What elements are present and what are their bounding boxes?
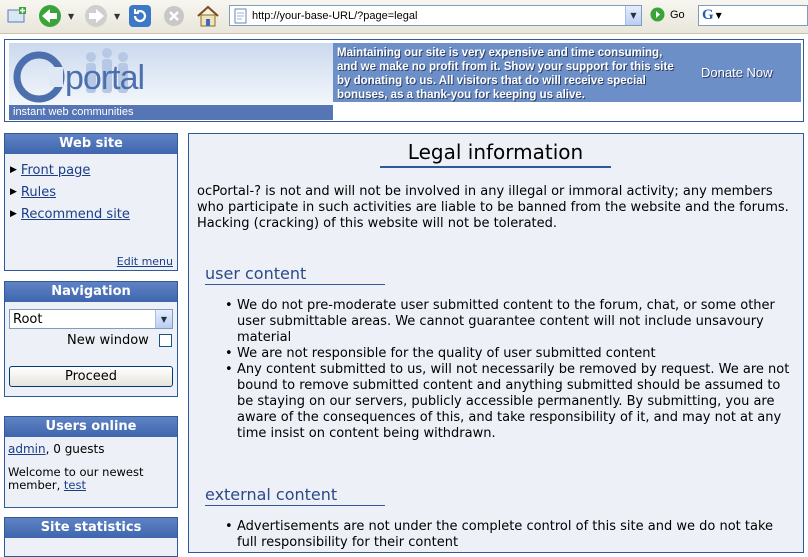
back-dropdown-icon[interactable]: ▼ xyxy=(68,12,74,21)
stop-icon[interactable] xyxy=(160,3,188,29)
section-heading-user-content: user content xyxy=(205,264,385,285)
new-window-label: New window xyxy=(67,333,149,348)
back-icon[interactable] xyxy=(36,3,64,29)
arrow-right-icon: ▶ xyxy=(10,187,17,197)
arrow-right-icon: ▶ xyxy=(10,209,17,219)
go-arrow-icon xyxy=(650,7,665,22)
chevron-down-icon[interactable]: ▼ xyxy=(155,310,172,328)
google-search-box[interactable]: G ▼ xyxy=(698,5,808,26)
site-statistics-title: Site statistics xyxy=(5,518,177,538)
site-logo[interactable]: portal instant web communities xyxy=(9,43,333,120)
front-page-link[interactable]: Front page xyxy=(21,163,90,178)
menu-item-rules[interactable]: ▶ Rules xyxy=(10,181,177,203)
menu-item-front-page[interactable]: ▶ Front page xyxy=(10,159,177,181)
zone-select[interactable]: Root ▼ xyxy=(9,309,173,329)
google-icon: G xyxy=(702,7,714,23)
intro-paragraph: ocPortal-? is not and will not be involv… xyxy=(197,184,789,231)
users-online-box: Users online admin, 0 guests Welcome to … xyxy=(4,416,178,508)
menu-item-recommend-site[interactable]: ▶ Recommend site xyxy=(10,203,177,225)
arrow-right-icon: ▶ xyxy=(10,165,17,175)
forward-dropdown-icon[interactable]: ▼ xyxy=(114,12,120,21)
website-menu-title: Web site xyxy=(5,134,177,154)
list-item: We do not pre-moderate user submitted co… xyxy=(225,298,797,346)
rules-link[interactable]: Rules xyxy=(21,185,56,200)
go-label: Go xyxy=(670,8,685,21)
list-item: We are not responsible for the quality o… xyxy=(225,346,797,362)
navigation-title: Navigation xyxy=(5,282,177,302)
new-tab-icon[interactable] xyxy=(4,3,30,29)
home-icon[interactable] xyxy=(194,3,222,29)
google-dropdown-icon[interactable]: ▼ xyxy=(716,11,722,20)
donate-text: Maintaining our site is very expensive a… xyxy=(337,47,674,101)
website-menu-box: Web site ▶ Front page ▶ Rules ▶ Recommen… xyxy=(4,133,178,271)
logo-text: portal xyxy=(65,59,145,97)
page-icon xyxy=(234,8,247,23)
proceed-button[interactable]: Proceed xyxy=(9,366,173,387)
page-title: Legal information xyxy=(380,140,611,168)
site-statistics-box: Site statistics xyxy=(4,517,178,557)
page: portal instant web communities Maintaini… xyxy=(0,34,808,557)
browser-toolbar: ▼ ▼ http://your-base-URL/?page=legal ▼ G… xyxy=(0,0,808,34)
site-header: portal instant web communities Maintaini… xyxy=(4,39,804,122)
go-button[interactable]: Go xyxy=(650,7,685,22)
new-window-checkbox[interactable] xyxy=(159,334,172,347)
users-online-line: admin, 0 guests xyxy=(8,442,105,456)
section-heading-external-content: external content xyxy=(205,485,385,506)
donate-banner[interactable]: Maintaining our site is very expensive a… xyxy=(333,43,801,102)
donate-button[interactable]: Donate Now xyxy=(701,65,773,80)
address-bar[interactable]: http://your-base-URL/?page=legal ▼ xyxy=(229,5,642,26)
navigation-box: Navigation Root ▼ New window Proceed xyxy=(4,281,178,397)
newest-member-link[interactable]: test xyxy=(64,478,86,492)
recommend-site-link[interactable]: Recommend site xyxy=(21,207,130,222)
address-dropdown-icon[interactable]: ▼ xyxy=(625,6,641,25)
newest-member-text: Welcome to our newest member, test xyxy=(8,466,173,492)
guests-count: , 0 guests xyxy=(45,442,105,456)
logo-tagline: instant web communities xyxy=(9,105,333,120)
external-content-list: Advertisements are not under the complet… xyxy=(225,519,797,551)
user-content-list: We do not pre-moderate user submitted co… xyxy=(225,298,797,442)
edit-menu-link[interactable]: Edit menu xyxy=(117,255,173,268)
zone-select-value: Root xyxy=(13,311,43,327)
list-item: Any content submitted to us, will not ne… xyxy=(225,362,797,442)
forward-icon[interactable] xyxy=(82,3,110,29)
users-online-title: Users online xyxy=(5,417,177,437)
main-content: Legal information ocPortal-? is not and … xyxy=(188,133,804,553)
address-text[interactable]: http://your-base-URL/?page=legal xyxy=(252,10,625,22)
refresh-icon[interactable] xyxy=(126,3,154,29)
admin-user-link[interactable]: admin xyxy=(8,442,46,456)
list-item: Advertisements are not under the complet… xyxy=(225,519,797,551)
